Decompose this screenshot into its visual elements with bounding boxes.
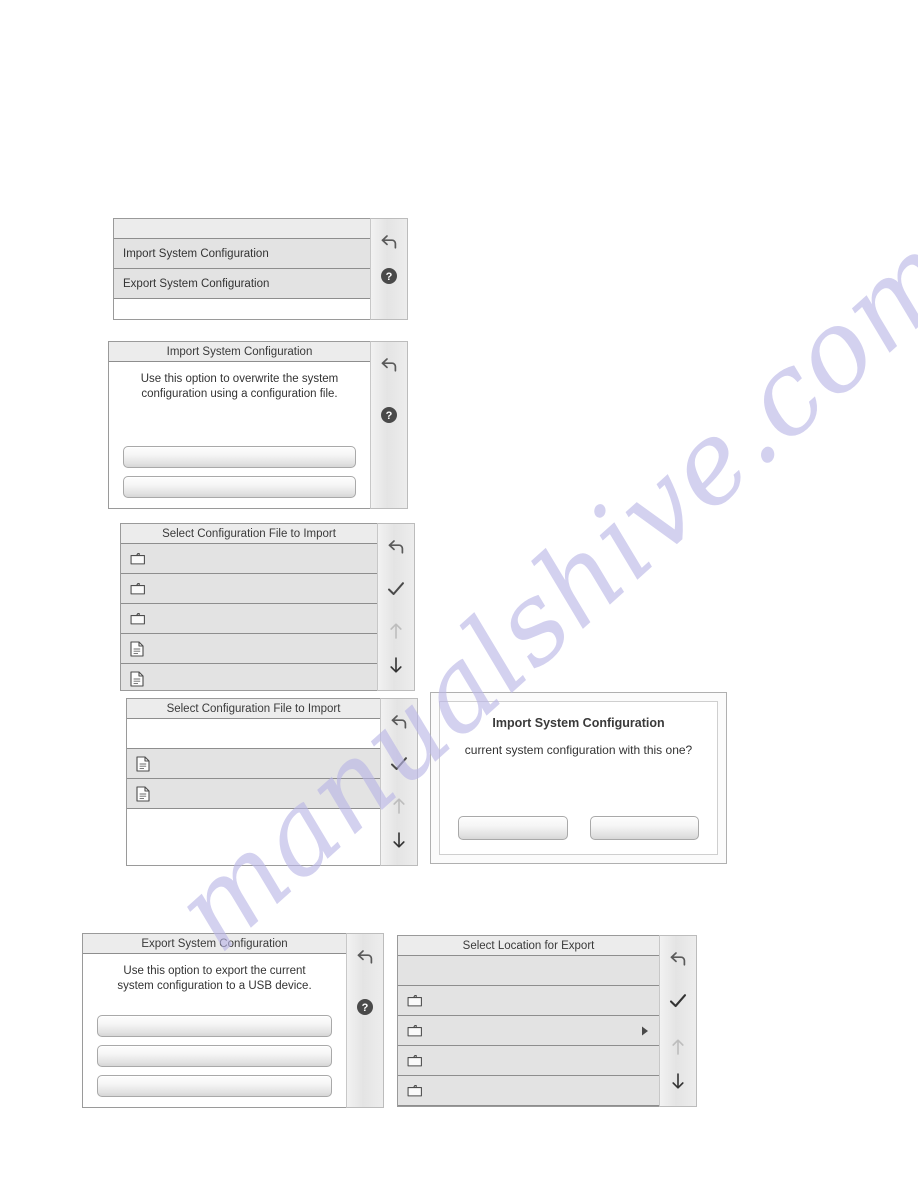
folder-icon <box>130 612 150 626</box>
select-file-a-body: Select Configuration File to Import <box>120 523 377 691</box>
svg-text:?: ? <box>386 271 393 283</box>
list-item[interactable] <box>127 749 380 779</box>
folder-icon <box>130 582 150 596</box>
select-location-list <box>398 956 659 1106</box>
select-file-a-sidebar <box>377 523 415 691</box>
help-icon[interactable]: ? <box>374 400 404 430</box>
dialog-message: current system configuration with this o… <box>464 743 693 757</box>
check-icon[interactable] <box>381 574 411 604</box>
import-info-description: Use this option to overwrite the system … <box>140 373 339 401</box>
menu-sidebar: ? <box>370 218 408 320</box>
menu-empty-row <box>114 299 370 319</box>
back-arrow-icon[interactable] <box>663 944 693 974</box>
select-location-body: Select Location for Export <box>397 935 659 1107</box>
menu-item-label: Export System Configuration <box>123 277 270 290</box>
import-info-button-stack <box>123 446 356 500</box>
folder-icon <box>407 1054 427 1068</box>
screen-import-system-configuration: Import System Configuration Use this opt… <box>108 341 408 509</box>
list-item[interactable] <box>398 986 659 1016</box>
select-location-titlebar: Select Location for Export <box>398 936 659 956</box>
chevron-right-icon <box>639 1025 651 1037</box>
menu-item-import-system-configuration[interactable]: Import System Configuration <box>114 239 370 269</box>
select-file-b-sidebar <box>380 698 418 866</box>
select-file-b-body: Select Configuration File to Import <box>126 698 380 866</box>
export-info-body: Export System Configuration Use this opt… <box>82 933 346 1108</box>
screen-select-configuration-file-b: Select Configuration File to Import <box>126 698 418 866</box>
dialog-inner-panel: Import System Configuration current syst… <box>439 701 718 855</box>
list-item[interactable] <box>121 664 377 690</box>
check-icon[interactable] <box>384 749 414 779</box>
folder-icon <box>407 1084 427 1098</box>
list-empty-area <box>127 809 380 865</box>
list-item[interactable] <box>398 1076 659 1106</box>
list-item[interactable] <box>127 779 380 809</box>
back-arrow-icon[interactable] <box>384 707 414 737</box>
list-item[interactable] <box>127 719 380 749</box>
export-option-button-3[interactable] <box>97 1075 332 1097</box>
arrow-down-icon[interactable] <box>381 650 411 680</box>
select-file-b-list <box>127 719 380 865</box>
dialog-button-row <box>458 816 699 840</box>
menu-item-label: Import System Configuration <box>123 247 269 260</box>
folder-icon <box>407 1024 427 1038</box>
import-info-sidebar: ? <box>370 341 408 509</box>
menu-list: Import System Configuration Export Syste… <box>114 239 370 319</box>
import-info-body: Import System Configuration Use this opt… <box>108 341 370 509</box>
dialog-title: Import System Configuration <box>492 716 665 730</box>
menu-titlebar <box>114 219 370 239</box>
import-secondary-button[interactable] <box>123 476 356 498</box>
arrow-up-icon[interactable] <box>384 791 414 821</box>
arrow-down-icon[interactable] <box>663 1066 693 1096</box>
export-info-titlebar: Export System Configuration <box>83 934 346 954</box>
export-info-content: Use this option to export the current sy… <box>83 954 346 1107</box>
folder-icon <box>407 994 427 1008</box>
back-arrow-icon[interactable] <box>374 227 404 257</box>
arrow-up-icon[interactable] <box>381 616 411 646</box>
screen-select-configuration-file-a: Select Configuration File to Import <box>120 523 415 691</box>
list-item[interactable] <box>121 574 377 604</box>
back-arrow-icon[interactable] <box>350 942 380 972</box>
arrow-up-icon[interactable] <box>663 1032 693 1062</box>
menu-screen-body: Import System Configuration Export Syste… <box>113 218 370 320</box>
dialog-cancel-button[interactable] <box>589 816 699 840</box>
file-icon <box>136 785 156 802</box>
folder-icon <box>130 552 150 566</box>
import-select-file-button[interactable] <box>123 446 356 468</box>
select-file-b-titlebar: Select Configuration File to Import <box>127 699 380 719</box>
dialog-confirm-button[interactable] <box>458 816 568 840</box>
export-option-button-1[interactable] <box>97 1015 332 1037</box>
select-location-sidebar <box>659 935 697 1107</box>
file-icon <box>130 670 150 687</box>
import-info-content: Use this option to overwrite the system … <box>109 362 370 508</box>
list-item[interactable] <box>121 604 377 634</box>
list-item[interactable] <box>398 1046 659 1076</box>
help-icon[interactable]: ? <box>374 261 404 291</box>
select-file-a-list <box>121 544 377 690</box>
back-arrow-icon[interactable] <box>381 532 411 562</box>
file-icon <box>130 640 150 657</box>
dialog-import-system-configuration: Import System Configuration current syst… <box>430 692 727 864</box>
menu-item-export-system-configuration[interactable]: Export System Configuration <box>114 269 370 299</box>
list-item[interactable] <box>121 544 377 574</box>
export-info-button-stack <box>97 1015 332 1099</box>
screen-select-location-for-export: Select Location for Export <box>397 935 697 1107</box>
file-icon <box>136 755 156 772</box>
help-icon[interactable]: ? <box>350 992 380 1022</box>
back-arrow-icon[interactable] <box>374 350 404 380</box>
select-file-a-titlebar: Select Configuration File to Import <box>121 524 377 544</box>
svg-text:?: ? <box>386 410 393 422</box>
import-info-titlebar: Import System Configuration <box>109 342 370 362</box>
export-info-sidebar: ? <box>346 933 384 1108</box>
list-item[interactable] <box>398 956 659 986</box>
export-info-description: Use this option to export the current sy… <box>117 965 312 993</box>
export-option-button-2[interactable] <box>97 1045 332 1067</box>
arrow-down-icon[interactable] <box>384 825 414 855</box>
check-icon[interactable] <box>663 986 693 1016</box>
screen-system-configuration-menu: Import System Configuration Export Syste… <box>113 218 408 320</box>
screen-export-system-configuration: Export System Configuration Use this opt… <box>82 933 384 1108</box>
list-item[interactable] <box>121 634 377 664</box>
svg-text:?: ? <box>362 1002 369 1014</box>
list-item[interactable] <box>398 1016 659 1046</box>
